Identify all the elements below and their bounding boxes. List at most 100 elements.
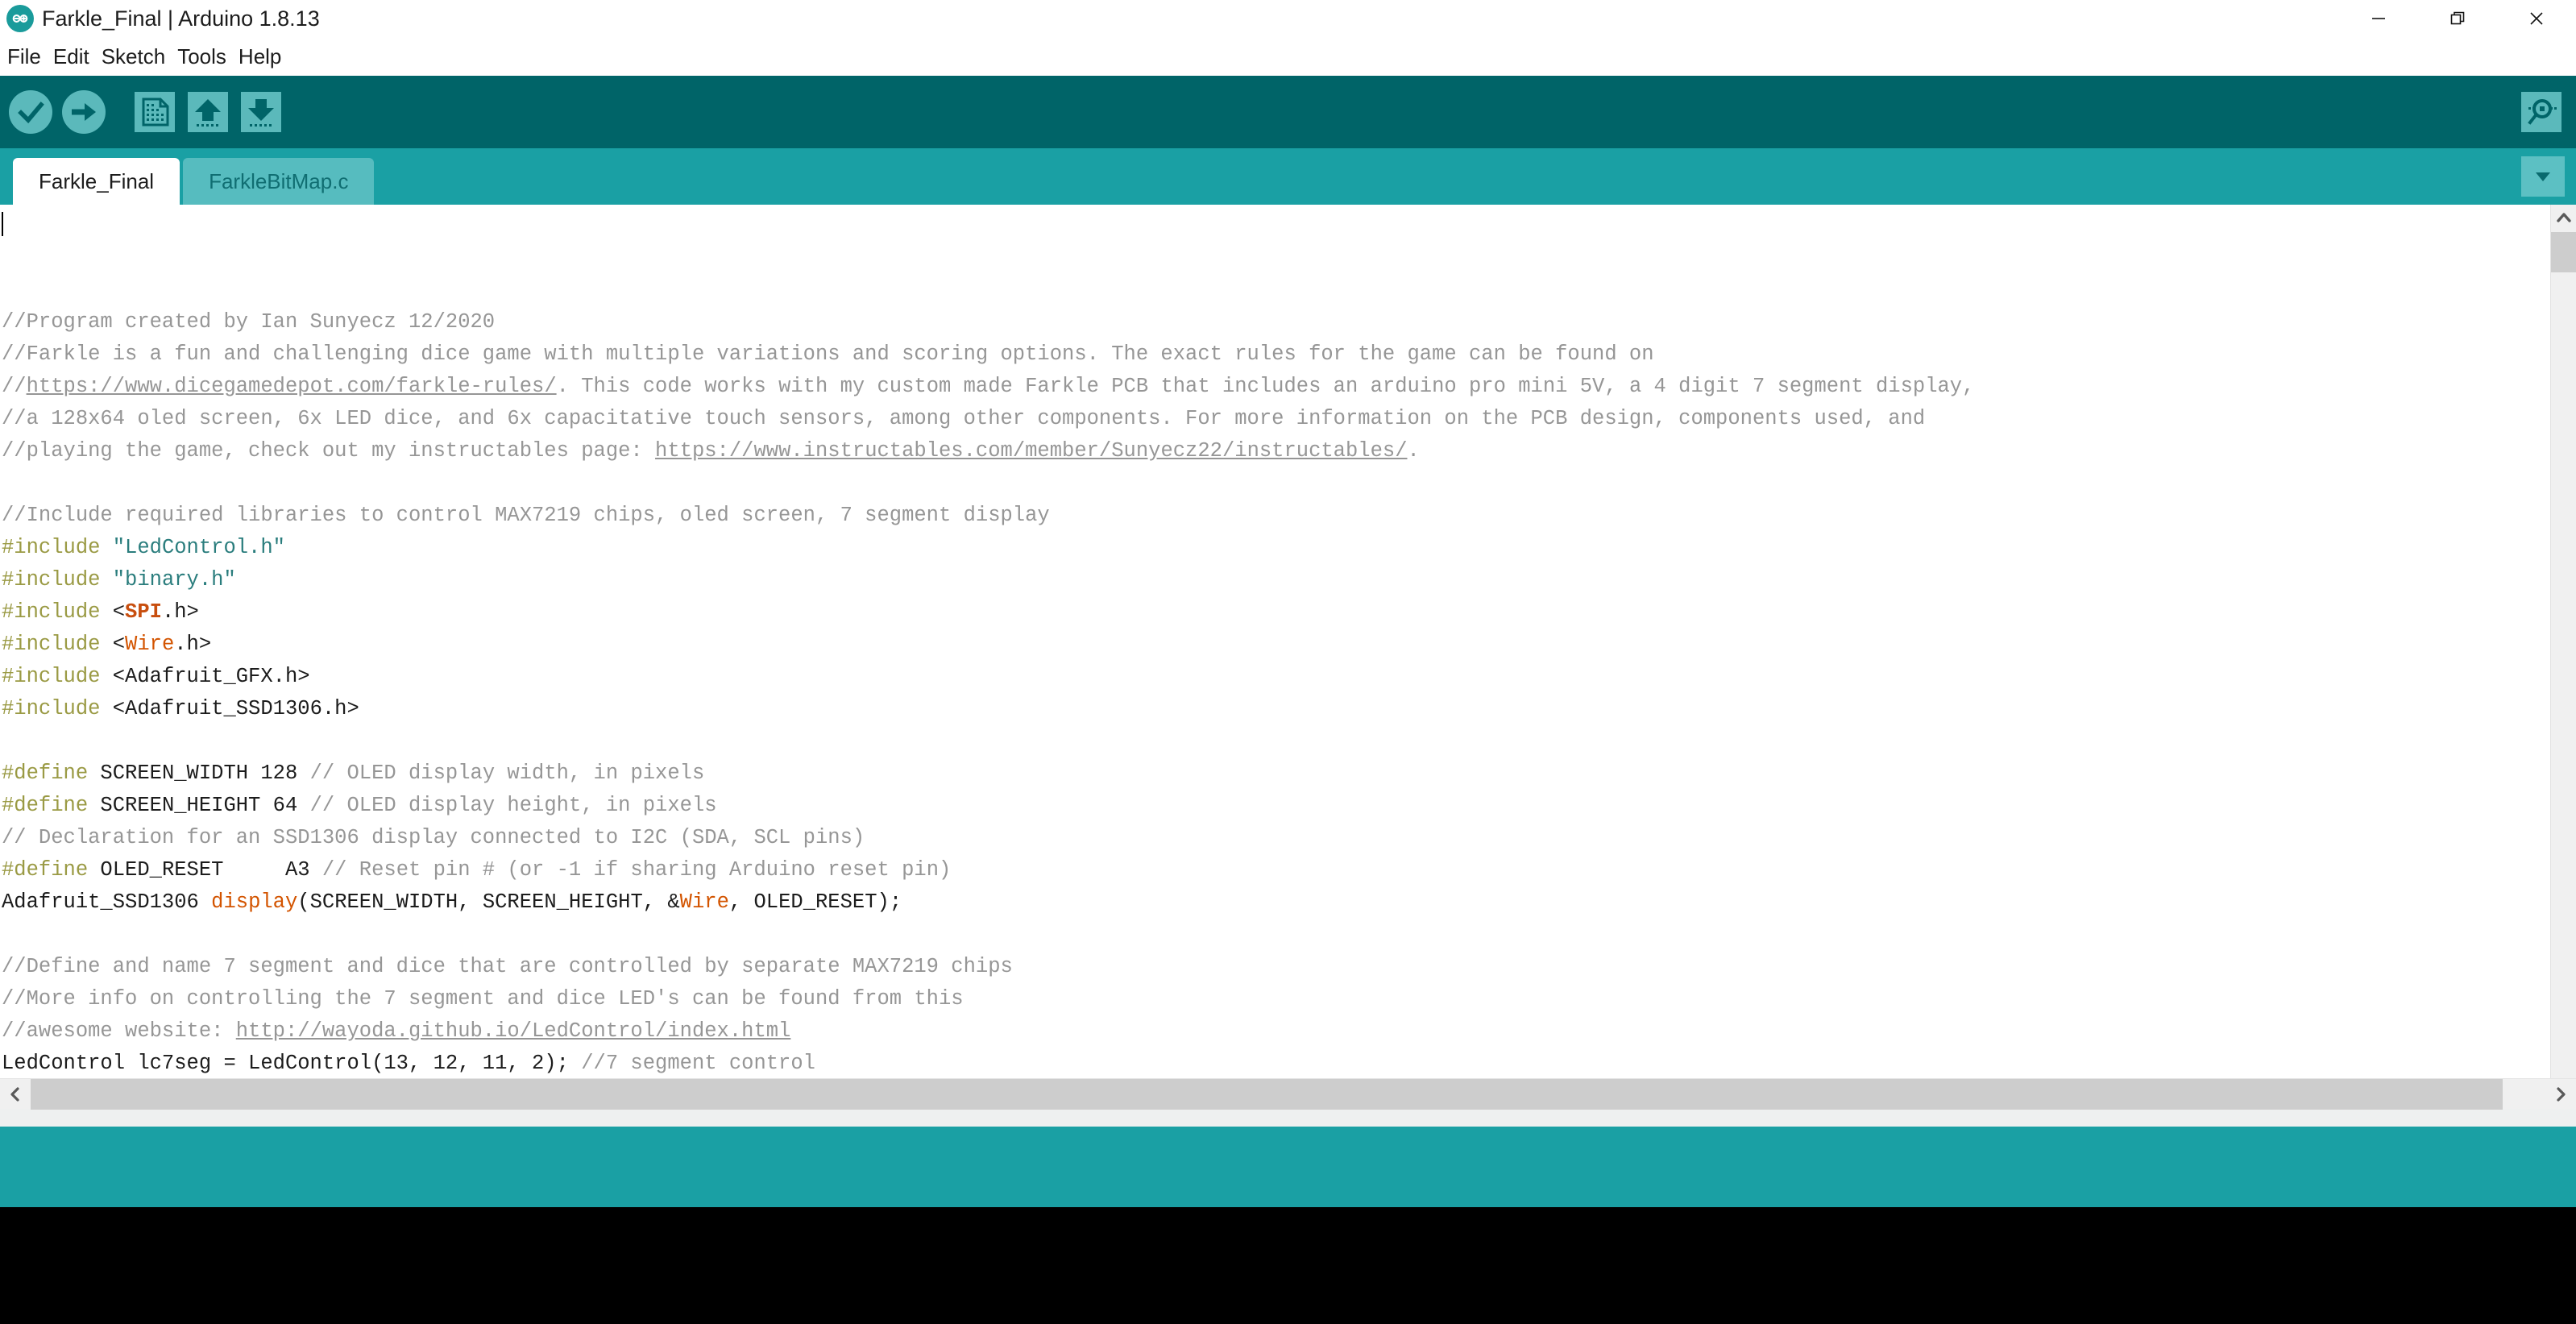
menu-edit[interactable]: Edit xyxy=(48,42,96,72)
open-button[interactable] xyxy=(184,88,232,136)
chevron-up-icon[interactable] xyxy=(2551,205,2576,232)
code-token: //awesome website: xyxy=(2,1019,236,1043)
editor-area: //Program created by Ian Sunyecz 12/2020… xyxy=(0,205,2576,1078)
code-token: "LedControl.h" xyxy=(112,536,285,559)
window-controls xyxy=(2339,0,2576,37)
code-line: //Program created by Ian Sunyecz 12/2020 xyxy=(2,306,2550,338)
code-token: <Adafruit_GFX.h> xyxy=(100,665,310,688)
code-token: display xyxy=(211,890,298,914)
code-token: #define xyxy=(2,762,89,785)
code-line: //https://www.dicegamedepot.com/farkle-r… xyxy=(2,371,2550,403)
code-token: (SCREEN_WIDTH, SCREEN_HEIGHT, & xyxy=(297,890,680,914)
code-line: //Include required libraries to control … xyxy=(2,500,2550,532)
code-token: //7 segment control xyxy=(581,1052,815,1075)
code-line: #include "binary.h" xyxy=(2,564,2550,596)
save-button[interactable] xyxy=(237,88,285,136)
code-line: Adafruit_SSD1306 display(SCREEN_WIDTH, S… xyxy=(2,886,2550,919)
menu-sketch[interactable]: Sketch xyxy=(96,42,172,72)
code-token: #include xyxy=(2,536,101,559)
code-token: //a 128x64 oled screen, 6x LED dice, and… xyxy=(2,407,1926,430)
code-token: , OLED_RESET); xyxy=(728,890,902,914)
code-line: #include "LedControl.h" xyxy=(2,532,2550,564)
code-token: SCREEN_HEIGHT 64 xyxy=(88,794,310,817)
code-link[interactable]: https://www.dicegamedepot.com/farkle-rul… xyxy=(27,375,557,398)
menu-help[interactable]: Help xyxy=(233,42,288,72)
code-line: #include <Adafruit_SSD1306.h> xyxy=(2,693,2550,725)
vertical-scroll-thumb[interactable] xyxy=(2551,232,2576,272)
chevron-right-icon[interactable] xyxy=(2545,1079,2576,1110)
tab-farkle-final[interactable]: Farkle_Final xyxy=(13,158,180,205)
code-token: // OLED display height, in pixels xyxy=(309,794,717,817)
horizontal-scroll-thumb[interactable] xyxy=(31,1078,2503,1110)
code-token: #define xyxy=(2,794,89,817)
status-bar xyxy=(0,1127,2576,1207)
code-token: < xyxy=(100,633,126,656)
code-line: #include <Adafruit_GFX.h> xyxy=(2,661,2550,693)
verify-button[interactable] xyxy=(6,88,55,136)
code-token: SPI xyxy=(125,600,162,624)
title-bar: Farkle_Final | Arduino 1.8.13 xyxy=(0,0,2576,37)
code-token: //Include required libraries to control … xyxy=(2,504,1050,527)
code-token: #include xyxy=(2,633,101,656)
code-link[interactable]: https://www.instructables.com/member/Sun… xyxy=(655,439,1407,463)
maximize-button[interactable] xyxy=(2418,0,2497,37)
code-token: #include xyxy=(2,665,101,688)
new-button[interactable] xyxy=(131,88,179,136)
code-token: .h> xyxy=(174,633,212,656)
code-line: //Define and name 7 segment and dice tha… xyxy=(2,951,2550,983)
text-cursor xyxy=(2,212,3,236)
chevron-left-icon[interactable] xyxy=(0,1079,31,1110)
code-line: //awesome website: http://wayoda.github.… xyxy=(2,1015,2550,1048)
code-token: Wire xyxy=(125,633,175,656)
upload-button[interactable] xyxy=(60,88,108,136)
window-title: Farkle_Final | Arduino 1.8.13 xyxy=(42,6,320,31)
code-line: //a 128x64 oled screen, 6x LED dice, and… xyxy=(2,403,2550,435)
toolbar xyxy=(0,76,2576,148)
code-token: LedControl lc7seg = LedControl(13, 12, 1… xyxy=(2,1052,582,1075)
tab-bar: Farkle_Final FarkleBitMap.c xyxy=(0,148,2576,205)
minimize-button[interactable] xyxy=(2339,0,2418,37)
arduino-infinity-icon xyxy=(6,5,34,32)
code-line: // Declaration for an SSD1306 display co… xyxy=(2,822,2550,854)
code-line: #define SCREEN_WIDTH 128 // OLED display… xyxy=(2,757,2550,790)
code-line: #include <Wire.h> xyxy=(2,629,2550,661)
code-token: // OLED display width, in pixels xyxy=(309,762,705,785)
code-token: #include xyxy=(2,600,101,624)
horizontal-scrollbar[interactable] xyxy=(0,1078,2576,1110)
code-line: //Farkle is a fun and challenging dice g… xyxy=(2,338,2550,371)
menu-file[interactable]: File xyxy=(2,42,48,72)
code-token: // Declaration for an SSD1306 display co… xyxy=(2,826,865,849)
code-editor[interactable]: //Program created by Ian Sunyecz 12/2020… xyxy=(0,205,2550,1078)
code-line: //More info on controlling the 7 segment… xyxy=(2,983,2550,1015)
code-token: . This code works with my custom made Fa… xyxy=(556,375,1975,398)
code-token: < xyxy=(100,600,126,624)
serial-monitor-button[interactable] xyxy=(2518,89,2565,135)
code-token: SCREEN_WIDTH 128 xyxy=(88,762,310,785)
chevron-down-icon[interactable] xyxy=(2521,156,2565,197)
arduino-ide-window: Farkle_Final | Arduino 1.8.13 File Edit … xyxy=(0,0,2576,1207)
code-token: . xyxy=(1407,439,1420,463)
editor-gap-bar xyxy=(0,1109,2576,1127)
menu-tools[interactable]: Tools xyxy=(172,42,233,72)
vertical-scrollbar[interactable] xyxy=(2550,205,2576,1078)
code-link[interactable]: http://wayoda.github.io/LedControl/index… xyxy=(236,1019,791,1043)
code-line: //playing the game, check out my instruc… xyxy=(2,435,2550,467)
code-token: //More info on controlling the 7 segment… xyxy=(2,987,964,1011)
code-line: #define SCREEN_HEIGHT 64 // OLED display… xyxy=(2,790,2550,822)
code-token: //Farkle is a fun and challenging dice g… xyxy=(2,342,1654,366)
close-button[interactable] xyxy=(2497,0,2576,37)
code-token: #include xyxy=(2,697,101,720)
horizontal-scroll-track[interactable] xyxy=(31,1078,2545,1110)
code-token: OLED_RESET A3 xyxy=(88,858,322,882)
code-token: #define xyxy=(2,858,89,882)
code-token: .h> xyxy=(161,600,199,624)
code-token: <Adafruit_SSD1306.h> xyxy=(100,697,359,720)
code-line: LedControl lc7seg = LedControl(13, 12, 1… xyxy=(2,1048,2550,1078)
code-token: #include xyxy=(2,568,101,591)
tab-farklebitmap-c[interactable]: FarkleBitMap.c xyxy=(183,158,375,205)
